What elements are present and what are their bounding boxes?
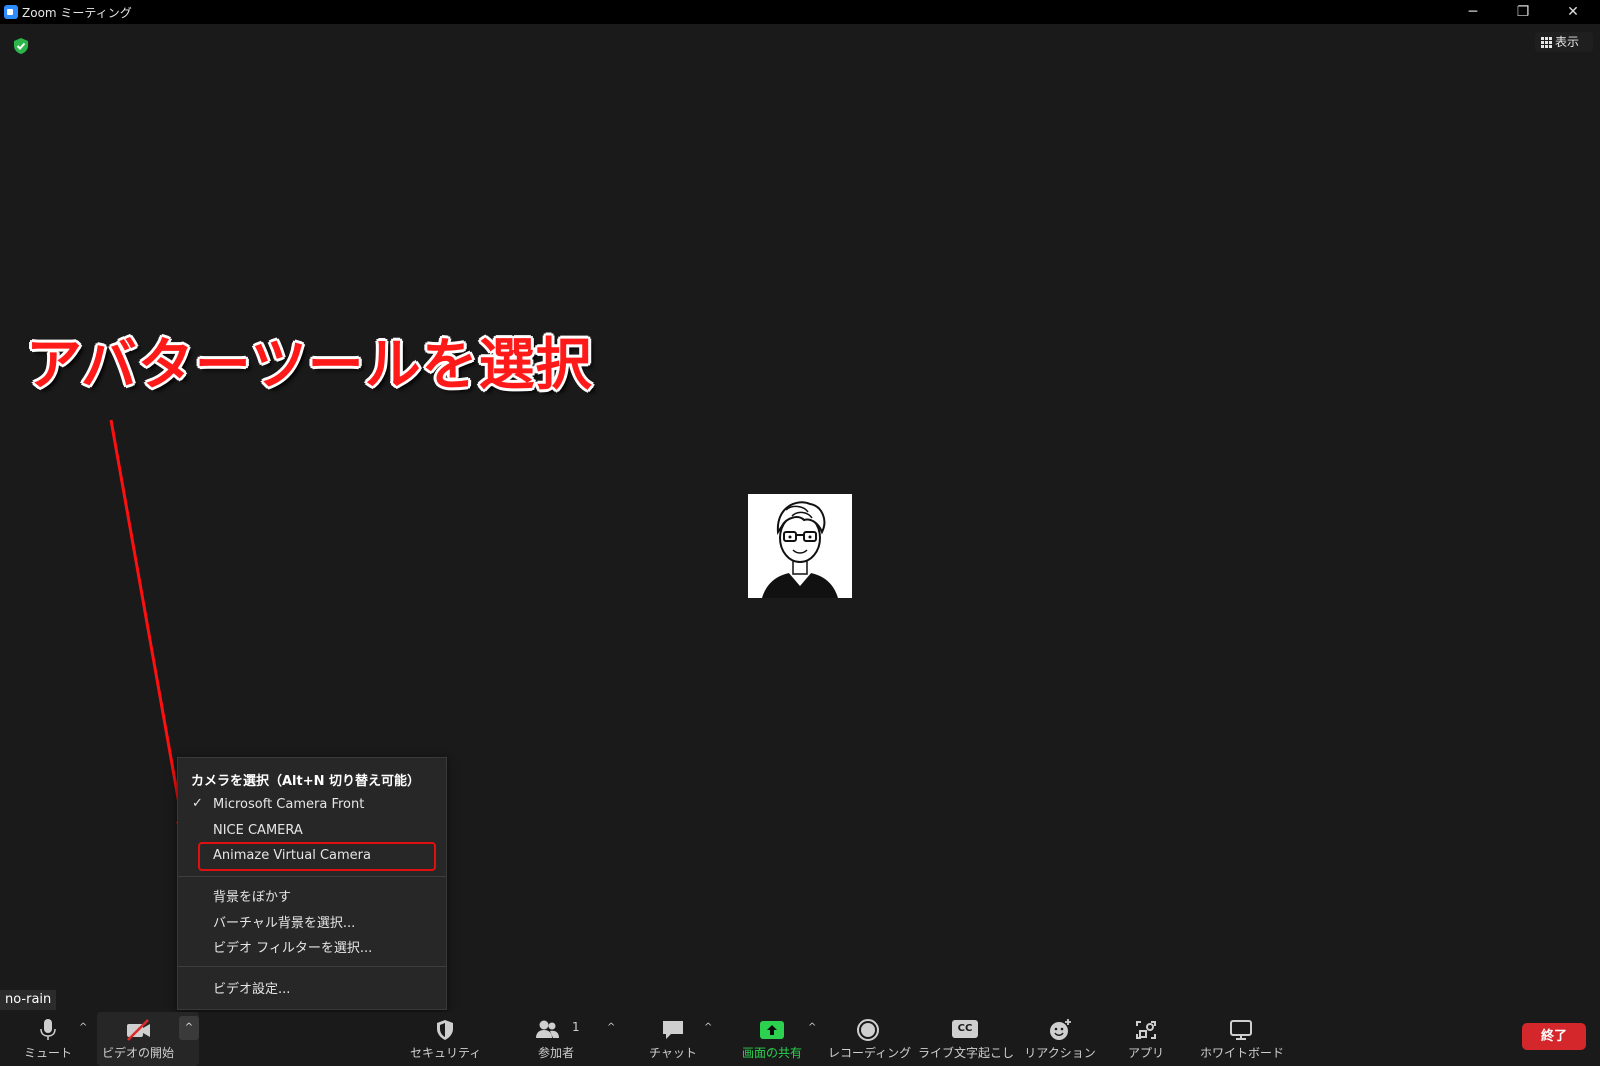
end-meeting-button[interactable]: 終了	[1522, 1023, 1586, 1050]
zoom-app-icon	[4, 5, 18, 19]
encryption-shield-icon[interactable]	[12, 37, 30, 55]
camera-menu-header: カメラを選択（Alt+N 切り替え可能）	[191, 774, 421, 789]
user-avatar	[748, 494, 852, 598]
view-label: 表示	[1555, 35, 1580, 49]
chat-button[interactable]: チャット	[643, 1012, 703, 1066]
share-screen-icon	[760, 1021, 784, 1039]
video-off-icon	[127, 1019, 150, 1041]
record-label: レコーディング	[828, 1046, 912, 1060]
annotation-text: アバターツールを選択	[26, 333, 593, 398]
chat-icon	[663, 1021, 683, 1039]
record-button[interactable]: レコーディング	[828, 1012, 912, 1066]
chat-label: チャット	[649, 1046, 697, 1060]
menu-item-virtual-background[interactable]: バーチャル背景を選択...	[213, 912, 355, 931]
reactions-button[interactable]: リアクション	[1022, 1012, 1098, 1066]
participants-icon	[536, 1020, 559, 1038]
microphone-icon	[40, 1019, 56, 1040]
video-label: ビデオの開始	[102, 1046, 175, 1060]
menu-item-nice-camera[interactable]: NICE CAMERA	[213, 823, 303, 838]
closed-caption-icon: CC	[952, 1020, 978, 1038]
close-button[interactable]: ✕	[1550, 0, 1596, 24]
mute-caret-button[interactable]: ^	[79, 1022, 87, 1033]
menu-item-video-filter[interactable]: ビデオ フィルターを選択...	[213, 937, 372, 956]
meeting-toolbar: ミュート ^ ビデオの開始 ^ セキュリティ 1 参加者 ^ チャット ^ 画面…	[0, 1012, 1600, 1066]
participants-caret-button[interactable]: ^	[607, 1022, 615, 1033]
live-transcription-button[interactable]: CC ライブ文字起こし	[918, 1012, 1015, 1066]
grid-icon	[1541, 37, 1552, 48]
menu-divider	[178, 876, 446, 877]
menu-item-blur-background[interactable]: 背景をぼかす	[213, 886, 291, 905]
whiteboard-label: ホワイトボード	[1200, 1046, 1285, 1060]
start-video-button[interactable]: ビデオの開始	[102, 1012, 174, 1066]
check-icon: ✓	[192, 796, 203, 811]
mute-label: ミュート	[23, 1046, 72, 1060]
view-button[interactable]: 表示	[1535, 32, 1593, 52]
participants-label: 参加者	[537, 1046, 574, 1060]
apps-button[interactable]: アプリ	[1118, 1012, 1174, 1066]
security-label: セキュリティ	[410, 1046, 482, 1060]
menu-item-animaze-virtual-camera[interactable]: Animaze Virtual Camera	[213, 848, 371, 863]
apps-icon	[1136, 1021, 1156, 1039]
reaction-icon	[1050, 1019, 1071, 1040]
menu-divider	[178, 966, 446, 967]
window-title: Zoom ミーティング	[22, 6, 132, 20]
record-icon	[857, 1019, 879, 1041]
mute-button[interactable]: ミュート	[22, 1012, 74, 1066]
username-tooltip: no-rain	[0, 990, 57, 1010]
shield-icon	[437, 1020, 453, 1040]
live-transcription-label: ライブ文字起こし	[918, 1046, 1015, 1060]
participants-button[interactable]: 1 参加者	[525, 1012, 587, 1066]
chat-caret-button[interactable]: ^	[704, 1022, 712, 1033]
minimize-button[interactable]: ─	[1450, 0, 1496, 24]
share-caret-button[interactable]: ^	[808, 1022, 816, 1033]
menu-item-video-settings[interactable]: ビデオ設定...	[213, 978, 290, 997]
share-screen-button[interactable]: 画面の共有	[735, 1012, 809, 1066]
menu-item-microsoft-camera-front[interactable]: Microsoft Camera Front	[213, 797, 364, 812]
whiteboard-button[interactable]: ホワイトボード	[1200, 1012, 1285, 1066]
whiteboard-icon	[1230, 1020, 1252, 1040]
camera-select-menu: カメラを選択（Alt+N 切り替え可能） ✓ Microsoft Camera …	[177, 757, 447, 1010]
maximize-button[interactable]: ❐	[1500, 0, 1546, 24]
reactions-label: リアクション	[1024, 1046, 1096, 1060]
share-screen-label: 画面の共有	[741, 1046, 802, 1060]
participants-count: 1	[572, 1020, 580, 1034]
security-button[interactable]: セキュリティ	[410, 1012, 482, 1066]
video-caret-button[interactable]: ^	[179, 1016, 199, 1040]
apps-label: アプリ	[1127, 1046, 1164, 1060]
title-bar: Zoom ミーティング ─ ❐ ✕	[0, 0, 1600, 24]
